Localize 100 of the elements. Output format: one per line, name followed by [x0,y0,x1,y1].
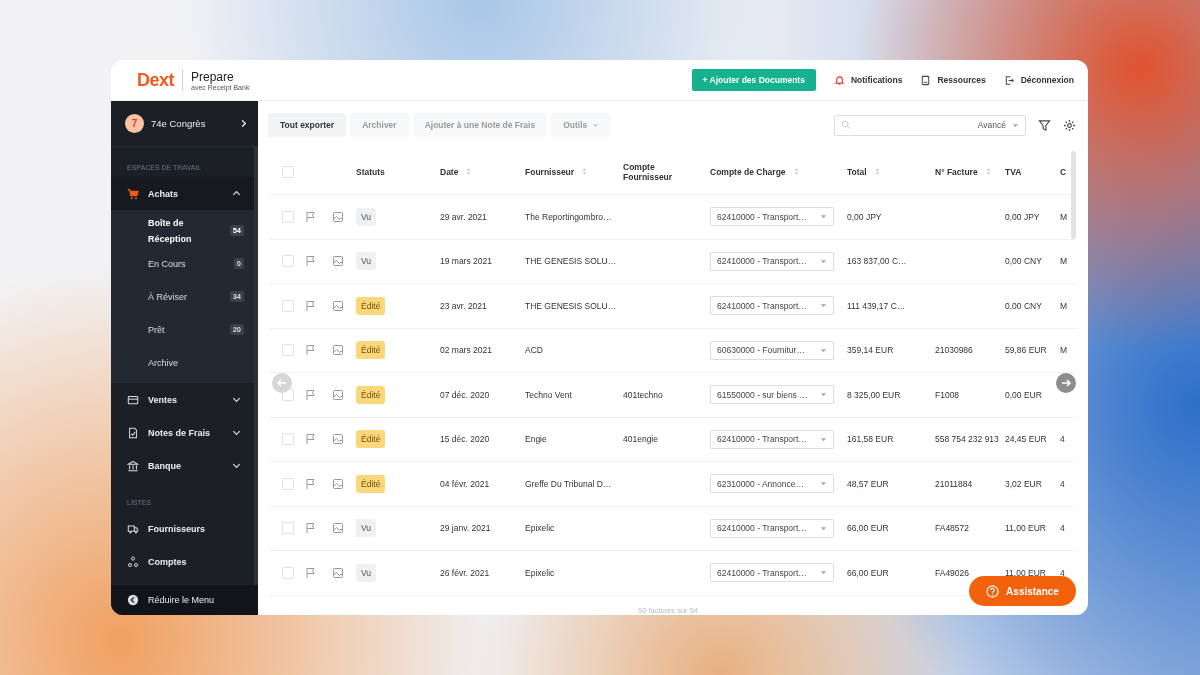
row-checkbox[interactable] [281,210,294,223]
table-cell: 0,00 CNY [1005,300,1042,311]
search-field[interactable]: Avancé [834,114,1026,136]
caret-icon [820,257,827,265]
nav-item[interactable]: Notes de Frais [111,416,254,449]
select-all-checkbox[interactable] [281,165,294,178]
status-badge: Édité [356,430,386,449]
account-select[interactable]: 62410000 - Transport… [710,296,834,316]
toolbar-button[interactable]: Tout exporter [268,113,347,137]
image-icon[interactable] [332,477,344,490]
account-select[interactable]: 60630000 - Fournitur… [710,340,834,360]
row-checkbox[interactable] [281,344,294,357]
image-icon[interactable] [332,344,344,357]
row-checkbox[interactable] [281,522,294,535]
filter-icon[interactable] [1038,118,1051,132]
image-icon[interactable] [332,255,344,268]
chevron-left-icon [127,594,139,606]
table-cell: M [1060,256,1068,267]
sort-icon[interactable] [466,167,472,176]
table-cell: ACD [525,345,543,356]
header-link[interactable]: Ressources [920,74,986,86]
flag-icon[interactable] [305,522,317,535]
column-header[interactable]: TVA [1005,149,1022,194]
image-icon[interactable] [332,566,344,579]
flag-icon[interactable] [305,477,317,490]
workspace-switcher[interactable]: 7 74e Congrès [111,101,258,147]
flag-icon[interactable] [305,299,317,312]
table-cell: 3,02 EUR [1005,478,1042,489]
header-link[interactable]: Déconnexion [1003,74,1074,86]
flag-icon[interactable] [305,433,317,446]
image-icon[interactable] [332,210,344,223]
account-select[interactable]: 62410000 - Transport… [710,563,834,583]
flag-icon[interactable] [305,344,317,357]
column-header[interactable]: Total [847,149,880,194]
vertical-scrollbar[interactable] [1071,151,1076,239]
nav-item[interactable]: Ventes [111,383,254,416]
table-cell: 66,00 EUR [847,567,889,578]
status-badge: Édité [356,341,386,360]
row-checkbox[interactable] [281,255,294,268]
account-select[interactable]: 62410000 - Transport… [710,429,834,449]
nav-item[interactable]: Fournisseurs [111,512,254,545]
row-checkbox[interactable] [281,477,294,490]
status-badge: Vu [356,563,377,582]
table-cell: 0,00 JPY [847,211,882,222]
sort-icon[interactable] [874,167,880,176]
account-select[interactable]: 62410000 - Transport… [710,518,834,538]
table-cell: 359,14 EUR [847,345,894,356]
image-icon[interactable] [332,388,344,401]
account-select[interactable]: 62310000 - Annonce… [710,474,834,494]
flag-icon[interactable] [305,566,317,579]
search-icon [841,120,851,130]
table-cell: 66,00 EUR [847,523,889,534]
column-header[interactable]: C [1060,149,1067,194]
flag-icon[interactable] [305,255,317,268]
column-header[interactable]: N° Facture [935,149,991,194]
table-cell: 4 [1060,523,1065,534]
caret-icon [820,524,827,532]
image-icon[interactable] [332,433,344,446]
account-select[interactable]: 62410000 - Transport… [710,207,834,227]
row-checkbox[interactable] [281,433,294,446]
row-checkbox[interactable] [281,566,294,579]
arrow-right-icon[interactable] [1056,373,1076,393]
table-cell: M [1060,345,1068,356]
account-select[interactable]: 61550000 - sur biens … [710,385,834,405]
table-cell: 26 févr. 2021 [440,567,490,578]
table-cell: 24,45 EUR [1005,434,1047,445]
chevron-right-icon [239,119,248,128]
column-header[interactable]: Fournisseur [525,149,588,194]
table-cell: 4 [1060,478,1065,489]
table-cell: 59,86 EUR [1005,345,1047,356]
sort-icon[interactable] [582,167,588,176]
table-cell: FA49026 [935,567,970,578]
row-checkbox[interactable] [281,299,294,312]
column-header[interactable]: Statuts [356,149,385,194]
table-cell: M [1060,300,1068,311]
account-select[interactable]: 62410000 - Transport… [710,251,834,271]
table-cell: The Reportingombro… [525,211,612,222]
caret-icon [820,346,827,354]
column-header[interactable]: Date [440,149,472,194]
table-cell: 23 avr. 2021 [440,300,487,311]
settings-icon[interactable] [1063,118,1076,132]
sort-icon[interactable] [985,167,991,176]
logout-icon [1003,74,1015,86]
arrow-left-icon[interactable] [272,373,292,393]
flag-icon[interactable] [305,388,317,401]
header-link[interactable]: Notifications [833,74,903,86]
table-cell: THE GENESIS SOLU… [525,256,617,267]
column-header[interactable]: Compte Fournisseur [623,149,703,194]
collapse-menu-button[interactable]: Réduire le Menu [111,585,258,615]
nav-item[interactable]: Banque [111,449,254,482]
column-header[interactable]: Compte de Charge [710,149,799,194]
flag-icon[interactable] [305,210,317,223]
nav-item[interactable]: Comptes [111,545,254,578]
sort-icon[interactable] [793,167,799,176]
nodes-icon [127,555,139,568]
image-icon[interactable] [332,522,344,535]
nav-subitem[interactable]: Archive [111,346,254,379]
caret-icon [820,480,827,488]
nav-item[interactable]: Achats [111,177,254,210]
image-icon[interactable] [332,299,344,312]
